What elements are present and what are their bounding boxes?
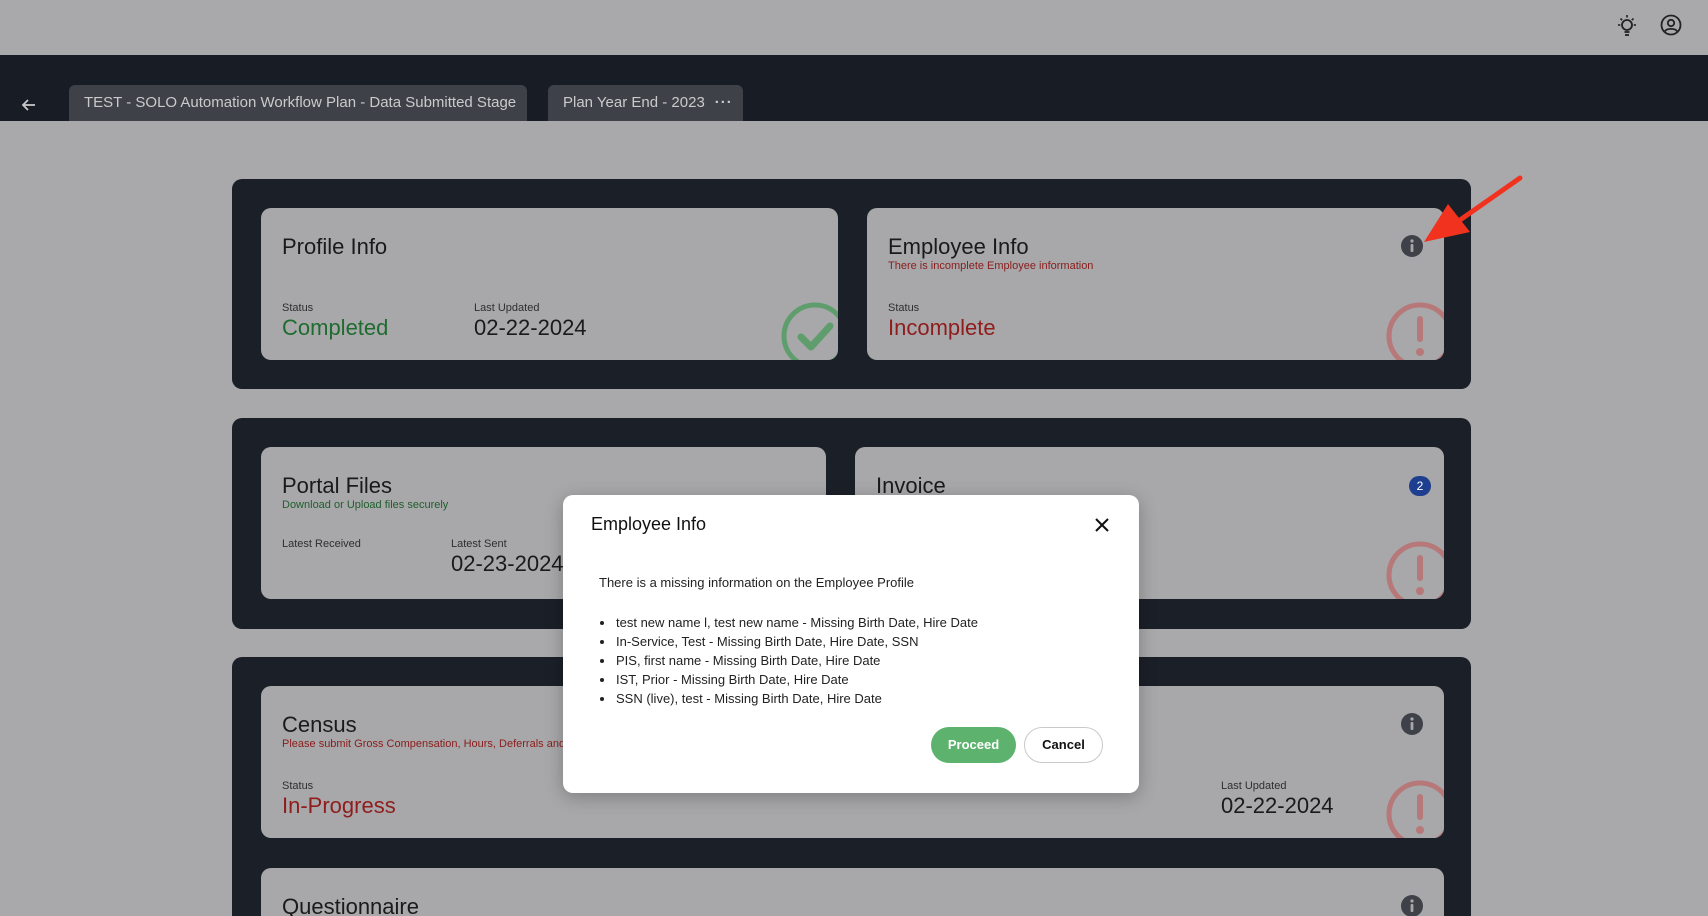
section-profile-employee: Profile Info Status Completed Last Updat…	[232, 179, 1471, 389]
list-item: In-Service, Test - Missing Birth Date, H…	[599, 632, 978, 651]
latest-sent-value: 02-23-2024	[451, 551, 564, 576]
tab-plan-year-label: Plan Year End - 2023	[563, 94, 705, 111]
profile-updated-value: 02-22-2024	[474, 315, 587, 340]
lightbulb-icon[interactable]	[1614, 13, 1640, 39]
close-icon[interactable]	[1091, 514, 1113, 536]
profile-status-label: Status	[282, 302, 314, 314]
employee-status-value: Incomplete	[888, 315, 996, 340]
annotation-arrow-icon	[1424, 175, 1523, 242]
employee-info-title: Employee Info	[888, 234, 1029, 259]
questionnaire-title: Questionnaire	[282, 894, 419, 916]
questionnaire-card[interactable]: Questionnaire	[261, 868, 1444, 916]
warning-circle-icon	[1386, 541, 1444, 599]
portal-files-title: Portal Files	[282, 473, 393, 498]
profile-info-title: Profile Info	[282, 234, 388, 259]
tab-plan-year[interactable]: Plan Year End - 2023 ···	[548, 85, 743, 121]
more-options-icon[interactable]: ···	[715, 94, 733, 111]
employee-info-card[interactable]: Employee Info There is incomplete Employ…	[867, 208, 1444, 360]
census-status-value: In-Progress	[282, 793, 396, 818]
latest-received-label: Latest Received	[282, 538, 361, 550]
employee-info-subtitle: There is incomplete Employee information	[888, 260, 1094, 272]
portal-files-subtitle: Download or Upload files securely	[282, 499, 449, 511]
back-arrow-icon[interactable]	[18, 94, 40, 116]
profile-info-card[interactable]: Profile Info Status Completed Last Updat…	[261, 208, 838, 360]
tab-plan[interactable]: TEST - SOLO Automation Workflow Plan - D…	[69, 85, 527, 121]
list-item: IST, Prior - Missing Birth Date, Hire Da…	[599, 670, 978, 689]
profile-status-value: Completed	[282, 315, 389, 340]
census-updated-label: Last Updated	[1221, 780, 1287, 792]
census-status-label: Status	[282, 780, 314, 792]
modal-title: Employee Info	[591, 514, 707, 534]
list-item: test new name l, test new name - Missing…	[599, 613, 978, 632]
warning-circle-icon	[1386, 302, 1444, 360]
tab-plan-label: TEST - SOLO Automation Workflow Plan - D…	[84, 94, 517, 111]
employee-info-modal: Employee Info There is a missing informa…	[563, 495, 1139, 793]
census-title: Census	[282, 712, 357, 737]
cancel-button[interactable]: Cancel	[1024, 727, 1103, 763]
top-bar	[0, 0, 1708, 55]
latest-sent-label: Latest Sent	[451, 538, 507, 550]
list-item: SSN (live), test - Missing Birth Date, H…	[599, 689, 978, 708]
info-icon[interactable]	[1400, 712, 1424, 736]
proceed-button[interactable]: Proceed	[931, 727, 1016, 763]
profile-updated-label: Last Updated	[474, 302, 540, 314]
check-circle-icon	[781, 302, 838, 360]
modal-message: There is a missing information on the Em…	[599, 575, 915, 590]
user-circle-icon[interactable]	[1658, 13, 1684, 39]
missing-info-list: test new name l, test new name - Missing…	[599, 613, 978, 708]
employee-status-label: Status	[888, 302, 920, 314]
census-subtitle: Please submit Gross Compensation, Hours,…	[282, 738, 566, 750]
info-icon[interactable]	[1400, 894, 1424, 916]
invoice-count-badge: 2	[1409, 476, 1431, 496]
warning-circle-icon	[1386, 780, 1444, 838]
list-item: PIS, first name - Missing Birth Date, Hi…	[599, 651, 978, 670]
census-updated-value: 02-22-2024	[1221, 793, 1334, 818]
